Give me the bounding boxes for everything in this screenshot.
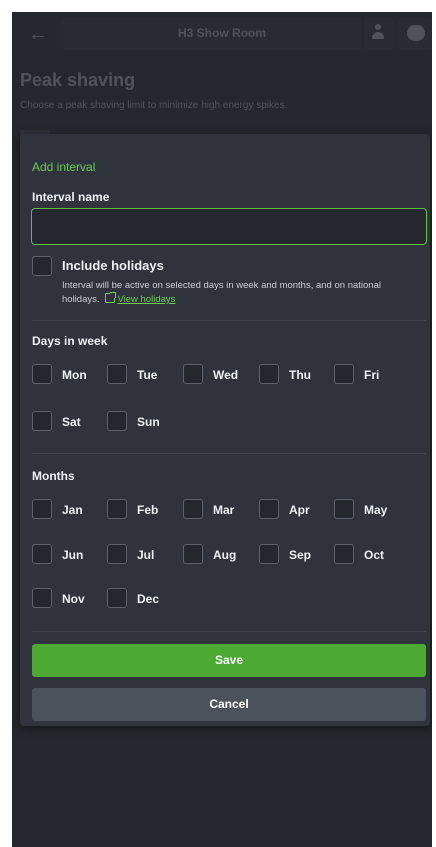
month-label-aug: Aug — [213, 548, 237, 562]
month-checkbox-aug[interactable] — [183, 544, 203, 564]
day-checkbox-fri[interactable] — [334, 364, 354, 384]
day-checkbox-thu[interactable] — [259, 364, 279, 384]
days-in-week-title: Days in week — [32, 334, 108, 348]
month-checkbox-oct[interactable] — [334, 544, 354, 564]
day-checkbox-tue[interactable] — [107, 364, 127, 384]
interval-name-label: Interval name — [32, 190, 110, 204]
dialog-title: Add interval — [32, 160, 96, 174]
user-icon[interactable] — [372, 24, 384, 42]
month-label-jul: Jul — [137, 548, 155, 562]
month-checkbox-apr[interactable] — [259, 499, 279, 519]
month-checkbox-dec[interactable] — [107, 588, 127, 608]
month-label-sep: Sep — [289, 548, 312, 562]
day-checkbox-wed[interactable] — [183, 364, 203, 384]
month-label-feb: Feb — [137, 503, 159, 517]
month-checkbox-sep[interactable] — [259, 544, 279, 564]
month-label-may: May — [364, 503, 388, 517]
month-label-dec: Dec — [137, 592, 160, 606]
month-checkbox-mar[interactable] — [183, 499, 203, 519]
day-checkbox-sat[interactable] — [32, 411, 52, 431]
cancel-button[interactable]: Cancel — [32, 688, 426, 721]
day-label-wed: Wed — [213, 368, 239, 382]
day-label-fri: Fri — [364, 368, 380, 382]
month-checkbox-jan[interactable] — [32, 499, 52, 519]
day-label-mon: Mon — [62, 368, 87, 382]
month-checkbox-jul[interactable] — [107, 544, 127, 564]
day-label-sun: Sun — [137, 415, 160, 429]
day-label-tue: Tue — [137, 368, 158, 382]
month-checkbox-feb[interactable] — [107, 499, 127, 519]
page-title: H3 Show Room — [177, 26, 266, 40]
month-label-apr: Apr — [289, 503, 310, 517]
divider — [32, 631, 426, 632]
day-checkbox-mon[interactable] — [32, 364, 52, 384]
day-label-thu: Thu — [289, 368, 311, 382]
month-label-nov: Nov — [62, 592, 85, 606]
month-label-oct: Oct — [364, 548, 385, 562]
interval-name-input[interactable] — [31, 208, 427, 245]
day-checkbox-sun[interactable] — [107, 411, 127, 431]
month-checkbox-may[interactable] — [334, 499, 354, 519]
section-subtitle: Choose a peak shaving limit to minimize … — [20, 100, 288, 111]
add-interval-dialog: Add interval Interval name Include holid… — [20, 134, 430, 726]
include-holidays-description: Interval will be active on selected days… — [62, 279, 412, 307]
section-heading: Peak shaving — [20, 70, 136, 90]
month-label-jan: Jan — [62, 503, 83, 517]
include-holidays-label: Include holidays — [62, 258, 164, 273]
divider — [32, 453, 426, 454]
month-checkbox-nov[interactable] — [32, 588, 52, 608]
app-screen: ← H3 Show Room Peak shaving Choose a pea… — [12, 12, 432, 847]
month-label-jun: Jun — [62, 548, 84, 562]
save-button[interactable]: Save — [32, 644, 426, 677]
day-label-sat: Sat — [62, 415, 81, 429]
view-holidays-link[interactable]: View holidays — [118, 294, 176, 305]
month-label-mar: Mar — [213, 503, 235, 517]
external-link-icon — [104, 292, 116, 303]
include-holidays-checkbox[interactable] — [32, 256, 52, 276]
chat-icon[interactable] — [407, 25, 425, 41]
top-bar: ← H3 Show Room — [12, 12, 432, 56]
divider — [32, 320, 426, 321]
month-checkbox-jun[interactable] — [32, 544, 52, 564]
months-title: Months — [32, 469, 75, 483]
